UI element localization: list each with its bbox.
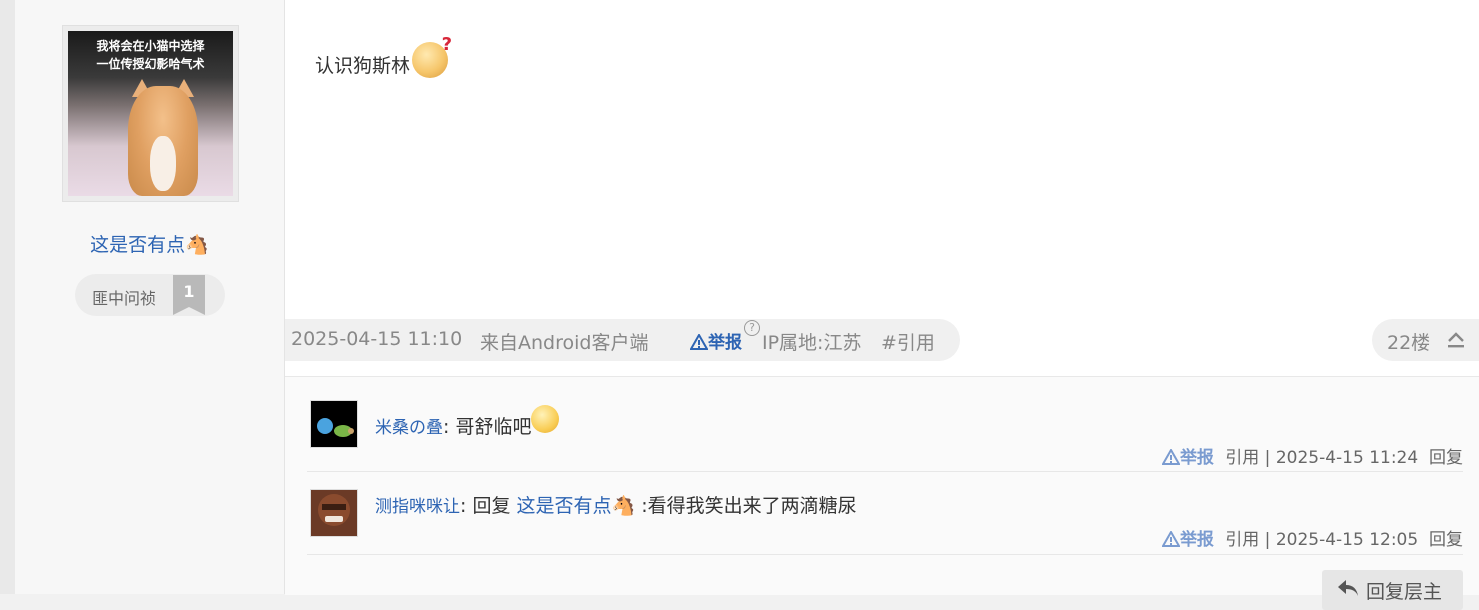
author-username[interactable]: 这是否有点🐴 [15,230,284,257]
confused-face-icon: ? [412,34,452,78]
post-date: 2025-04-15 11:10 [291,328,463,350]
avatar-caption-line1: 我将会在小猫中选择 [96,39,205,53]
comment-report-button[interactable]: 举报 [1161,447,1220,468]
quote-link[interactable]: #引用 [881,328,935,355]
comment-footer: 举报 引用 | 2025-4-15 12:05 回复 [1161,525,1463,550]
comment-report-label: 举报 [1179,448,1214,468]
post-text: 认识狗斯林 [315,55,411,77]
comment-avatar[interactable] [310,489,358,537]
comment-report-button[interactable]: 举报 [1161,529,1220,550]
face-avatar-icon [318,494,350,526]
turtle-avatar-icon [317,418,354,437]
comment-author[interactable]: 米桑の叠 [375,418,443,438]
reply-host-button[interactable]: 回复层主 [1322,570,1463,610]
comment-reply-link[interactable]: 回复 [1429,448,1463,468]
comment-separator: : [443,416,450,438]
comment-divider: | [1264,448,1271,468]
comment-separator: : [460,495,467,517]
report-button[interactable]: 举报 [689,328,742,353]
rank-title: 匪中问祯 [92,289,157,308]
warning-icon [689,332,709,350]
comment-avatar[interactable] [310,400,358,448]
comment-item: 测指咪咪让: 回复 这是否有点🐴 :看得我笑出来了两滴糖尿 举报 引用 | 20… [307,471,1463,555]
warning-icon [1161,447,1181,465]
comment-reply-link[interactable]: 回复 [1429,530,1463,550]
floor-number: 22楼 [1387,332,1431,354]
report-label: 举报 [708,333,742,353]
ip-location: IP属地:江苏 [762,332,862,354]
smile-icon [531,405,560,433]
comment-time: 2025-4-15 11:24 [1275,448,1419,468]
comment-footer: 举报 引用 | 2025-4-15 11:24 回复 [1161,443,1463,468]
comment-divider: | [1264,530,1271,550]
comment-quote-link[interactable]: 引用 [1225,530,1259,550]
question-mark-icon: ? [441,34,453,55]
collapse-up-icon[interactable] [1446,330,1466,350]
comment-text: 哥舒临吧 [455,416,532,438]
comment-time: 2025-4-15 12:05 [1275,530,1419,550]
reply-prefix: 回复 [472,495,511,517]
comment-line: 测指咪咪让: 回复 这是否有点🐴 :看得我笑出来了两滴糖尿 [375,491,857,518]
post-source: 来自Android客户端 [480,332,649,354]
avatar-image: 我将会在小猫中选择 一位传授幻影哈气术 [68,31,233,196]
user-sidebar: 我将会在小猫中选择 一位传授幻影哈气术 这是否有点🐴 匪中问祯 1 [15,0,285,594]
post-main: 认识狗斯林? 2025-04-15 11:10 来自Android客户端 举报 … [285,0,1479,610]
comment-quote-link[interactable]: 引用 [1225,448,1259,468]
warning-icon [1161,529,1181,547]
post-content: 认识狗斯林? [315,34,452,78]
cat-chest [150,136,176,191]
comment-item: 米桑の叠: 哥舒临吧 举报 引用 | 2025-4-15 11:24 回复 [307,377,1463,472]
comment-report-label: 举报 [1179,530,1214,550]
comment-list: 米桑の叠: 哥舒临吧 举报 引用 | 2025-4-15 11:24 回复 测指… [285,376,1479,610]
rank-level-badge: 1 [173,275,205,315]
left-gutter [0,0,15,594]
comment-text: :看得我笑出来了两滴糖尿 [641,495,857,517]
reply-host-label: 回复层主 [1366,581,1443,603]
comment-author[interactable]: 测指咪咪让 [375,497,460,517]
comment-line: 米桑の叠: 哥舒临吧 [375,405,560,439]
avatar-caption: 我将会在小猫中选择 一位传授幻影哈气术 [68,37,233,73]
rank-badge[interactable]: 匪中问祯 1 [75,274,225,316]
avatar-caption-line2: 一位传授幻影哈气术 [96,57,205,71]
help-icon[interactable]: ? [744,320,760,336]
post-meta-bar: 2025-04-15 11:10 来自Android客户端 举报 ? IP属地:… [285,319,960,361]
reply-target-link[interactable]: 这是否有点🐴 [517,495,636,517]
floor-indicator: 22楼 [1372,319,1479,361]
reply-arrow-icon [1338,580,1358,596]
avatar[interactable]: 我将会在小猫中选择 一位传授幻影哈气术 [62,25,239,202]
